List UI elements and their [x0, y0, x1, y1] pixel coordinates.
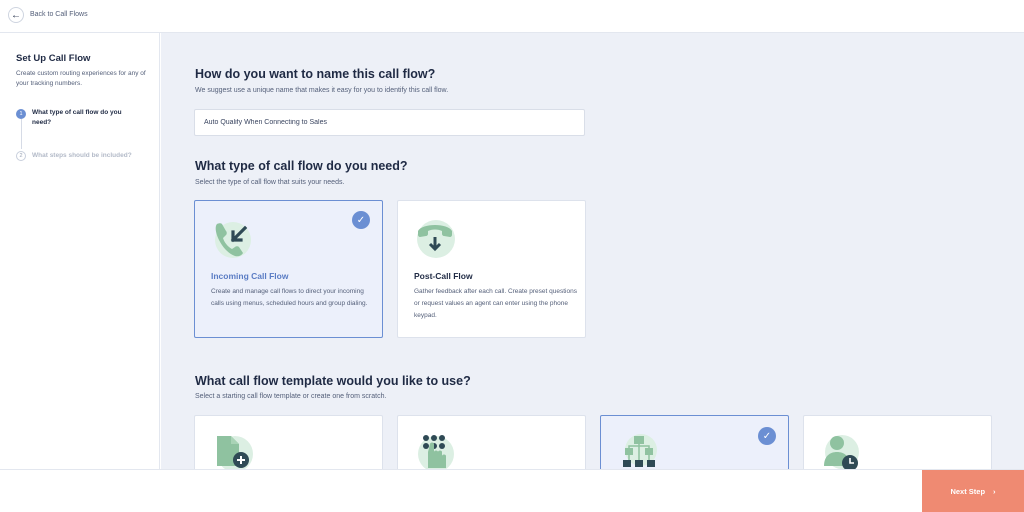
call-flow-name-input[interactable] — [194, 109, 585, 136]
post-call-card-title: Post-Call Flow — [414, 271, 473, 281]
template-card-qualify[interactable]: ✓ — [600, 415, 789, 469]
incoming-card-title: Incoming Call Flow — [211, 271, 289, 281]
post-call-flow-card[interactable]: Post-Call Flow Gather feedback after eac… — [397, 200, 586, 338]
hierarchy-icon — [617, 432, 661, 469]
new-document-icon — [211, 430, 255, 469]
incoming-call-icon — [211, 218, 251, 265]
template-subheading: Select a starting call flow template or … — [195, 393, 387, 400]
back-to-call-flows-link[interactable]: Back to Call Flows — [30, 11, 88, 18]
phone-download-icon — [414, 217, 456, 264]
type-subheading: Select the type of call flow that suits … — [195, 179, 345, 186]
next-step-label: Next Step — [950, 487, 986, 496]
arrow-left-icon[interactable]: ← — [8, 7, 24, 23]
step-2-number: 2 — [16, 151, 26, 161]
post-call-card-description: Gather feedback after each call. Create … — [414, 288, 577, 319]
step-2-label[interactable]: What steps should be included? — [32, 151, 142, 161]
name-heading: How do you want to name this call flow? — [195, 67, 436, 81]
bottom-bar: Next Step › — [0, 469, 1024, 512]
top-bar: ← Back to Call Flows — [0, 0, 1024, 33]
step-1-label[interactable]: What type of call flow do you need? — [32, 108, 142, 128]
next-step-button[interactable]: Next Step › — [922, 470, 1024, 512]
step-1-number: 1 — [16, 109, 26, 119]
type-heading: What type of call flow do you need? — [195, 159, 408, 173]
checkmark-icon: ✓ — [352, 211, 370, 229]
template-heading: What call flow template would you like t… — [195, 374, 471, 388]
checkmark-icon: ✓ — [758, 427, 776, 445]
step-connector — [21, 119, 22, 149]
template-card-scratch[interactable] — [194, 415, 383, 469]
chevron-right-icon: › — [993, 487, 996, 496]
template-card-schedule[interactable] — [803, 415, 992, 469]
incoming-call-flow-card[interactable]: ✓ Incoming Call Flow Create and manage c… — [194, 200, 383, 338]
main-content: How do you want to name this call flow? … — [161, 33, 1024, 469]
user-clock-icon — [820, 432, 864, 469]
sidebar-title: Set Up Call Flow — [16, 53, 91, 64]
template-card-menu[interactable] — [397, 415, 586, 469]
keypad-icon — [414, 430, 458, 469]
incoming-card-description: Create and manage call flows to direct y… — [211, 288, 368, 307]
sidebar-description: Create custom routing experiences for an… — [16, 70, 146, 87]
name-subheading: We suggest use a unique name that makes … — [195, 87, 449, 94]
setup-sidebar: Set Up Call Flow Create custom routing e… — [0, 33, 160, 469]
